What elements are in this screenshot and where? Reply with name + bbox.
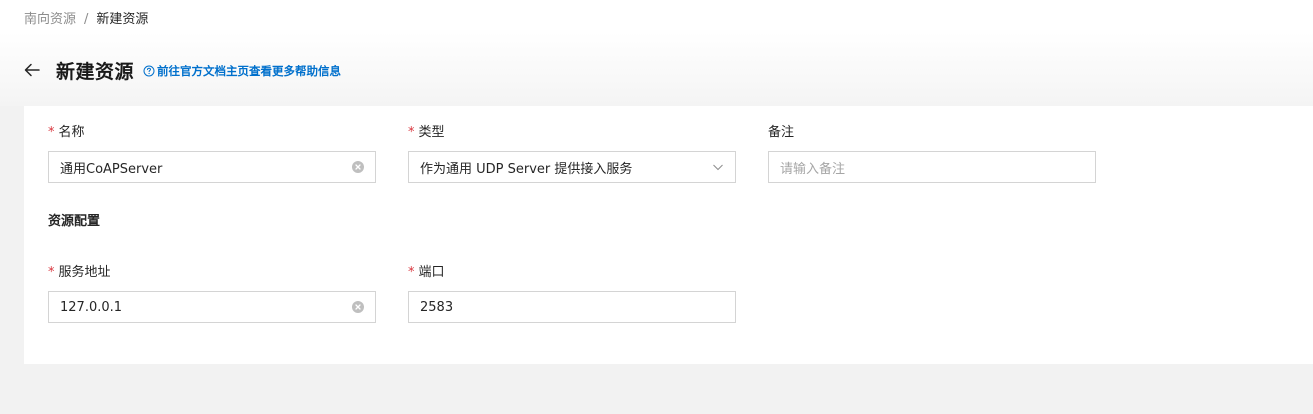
page-header: 南向资源 / 新建资源 新建资源 前往官方文档主页查看更多帮助信息 [0,0,1313,106]
type-select[interactable]: 作为通用 UDP Server 提供接入服务 [408,151,736,183]
help-link-text: 前往官方文档主页查看更多帮助信息 [157,64,342,78]
help-doc-link[interactable]: 前往官方文档主页查看更多帮助信息 [143,63,341,79]
remark-placeholder: 请输入备注 [780,161,846,177]
address-field: * 服务地址 127.0.0.1 [48,264,376,323]
chevron-down-icon[interactable] [712,161,724,173]
breadcrumb-current: 新建资源 [96,12,149,27]
name-value: 通用CoAPServer [60,161,163,177]
address-input[interactable]: 127.0.0.1 [48,291,376,323]
arrow-left-icon[interactable] [22,60,42,80]
question-circle-icon [143,65,155,77]
breadcrumb: 南向资源 / 新建资源 [24,11,148,29]
page-title: 新建资源 [56,60,135,83]
type-value: 作为通用 UDP Server 提供接入服务 [420,161,633,177]
port-input[interactable]: 2583 [408,291,736,323]
resource-form-card: * 名称 通用CoAPServer * 类型 作为通用 UDP Server 提… [24,106,1313,364]
name-label: 名称 [58,125,85,140]
required-mark: * [408,125,415,140]
remark-label: 备注 [768,125,795,140]
breadcrumb-parent-link[interactable]: 南向资源 [24,11,76,29]
type-label: 类型 [418,125,445,140]
required-mark: * [48,125,55,140]
port-field: * 端口 2583 [408,264,736,323]
type-label-row: * 类型 [408,124,736,142]
title-row: 新建资源 前往官方文档主页查看更多帮助信息 [22,56,341,84]
port-label-row: * 端口 [408,264,736,282]
close-circle-icon[interactable] [352,301,364,313]
address-label: 服务地址 [58,265,111,280]
port-label: 端口 [418,265,445,280]
close-circle-icon[interactable] [352,161,364,173]
type-field: * 类型 作为通用 UDP Server 提供接入服务 [408,124,736,183]
required-mark: * [48,265,55,280]
address-label-row: * 服务地址 [48,264,376,282]
name-label-row: * 名称 [48,124,376,142]
name-field: * 名称 通用CoAPServer [48,124,376,183]
section-title-resource-config: 资源配置 [48,214,101,229]
port-value: 2583 [420,299,454,315]
breadcrumb-separator: / [84,12,89,27]
name-input[interactable]: 通用CoAPServer [48,151,376,183]
required-mark: * [408,265,415,280]
address-value: 127.0.0.1 [60,299,123,315]
remark-input[interactable]: 请输入备注 [768,151,1096,183]
remark-label-row: 备注 [768,124,1096,142]
remark-field: 备注 请输入备注 [768,124,1096,183]
